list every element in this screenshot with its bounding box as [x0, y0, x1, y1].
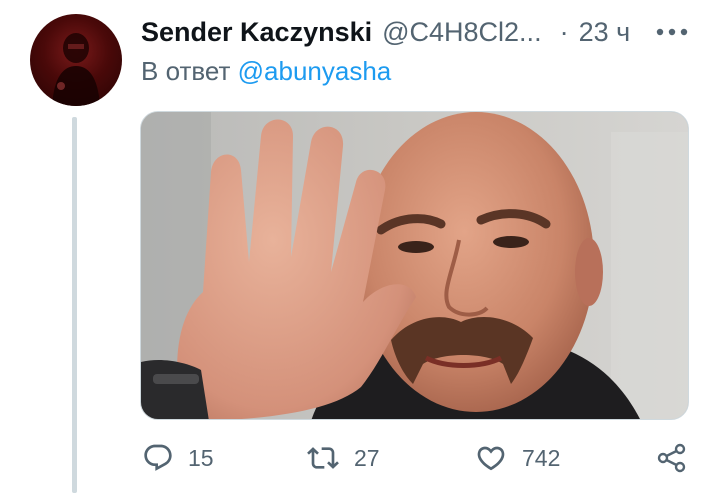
reply-to-handle[interactable]: @abunyasha	[238, 56, 392, 86]
like-count: 742	[522, 444, 561, 471]
heart-icon	[474, 442, 508, 474]
reply-count: 15	[188, 444, 214, 471]
reply-icon	[142, 442, 174, 474]
reply-context: В ответ @abunyasha	[141, 56, 391, 87]
retweet-count: 27	[354, 444, 380, 471]
tweet-header: Sender Kaczynski @C4H8Cl2... · 23 ч	[141, 14, 630, 50]
author-avatar[interactable]	[30, 14, 122, 106]
retweet-icon	[306, 442, 340, 474]
like-button[interactable]: 742	[474, 436, 560, 480]
reply-button[interactable]: 15	[142, 436, 214, 480]
tweet-timestamp[interactable]: 23 ч	[579, 17, 631, 48]
share-icon	[656, 442, 688, 474]
author-handle[interactable]: @C4H8Cl2...	[382, 17, 541, 48]
more-options-button[interactable]	[652, 18, 692, 46]
reply-prefix: В ответ	[141, 56, 231, 86]
tweet-photo[interactable]	[140, 111, 689, 420]
header-separator: ·	[559, 16, 569, 47]
more-horizontal-icon	[655, 27, 689, 37]
tweet-actions: 15 27 742	[0, 436, 720, 480]
author-display-name[interactable]: Sender Kaczynski	[141, 17, 372, 48]
share-button[interactable]	[656, 436, 688, 480]
retweet-button[interactable]: 27	[306, 436, 380, 480]
